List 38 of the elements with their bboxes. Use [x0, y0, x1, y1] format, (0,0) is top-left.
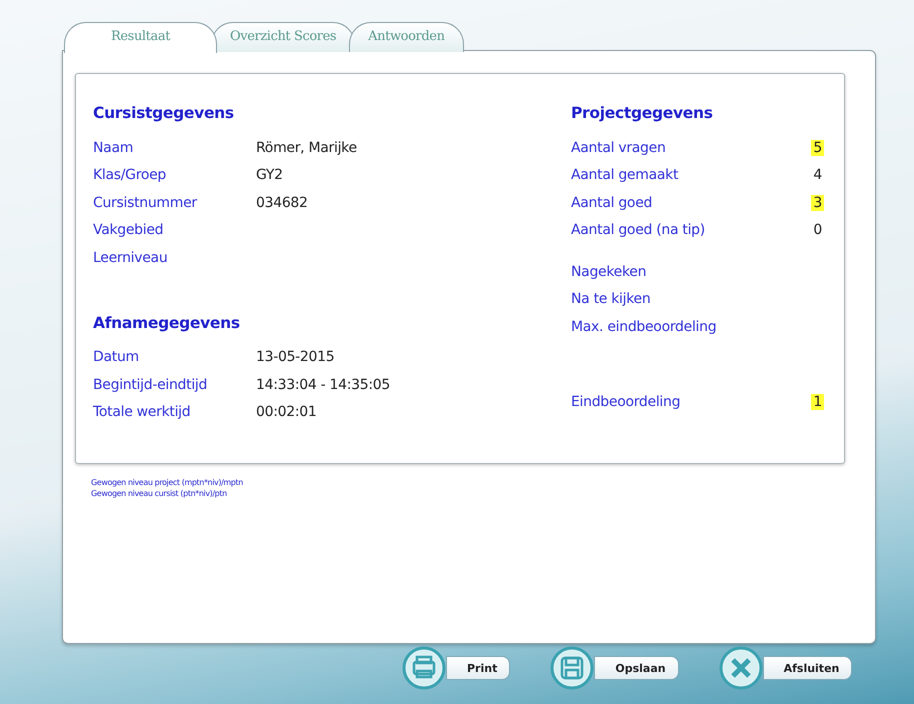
field-value: 4	[812, 167, 823, 184]
field-value: 0	[812, 222, 823, 238]
field-label: Cursistnummer	[93, 194, 198, 211]
field-label: Klas/Groep	[93, 167, 168, 184]
field-value: GY2	[256, 167, 284, 184]
field-label: Aantal goed	[571, 194, 654, 211]
save-icon[interactable]	[550, 646, 594, 690]
field-value: 13-05-2015	[256, 349, 336, 366]
field-label: Begintijd-eindtijd	[93, 376, 208, 393]
field-label: Totale werktijd	[93, 404, 192, 420]
field-label: Naam	[93, 140, 134, 156]
print-button[interactable]: Print	[446, 656, 510, 680]
save-button[interactable]: Opslaan	[594, 656, 679, 680]
field-value: 034682	[256, 194, 309, 211]
print-icon[interactable]	[402, 646, 446, 690]
formula-note: Gewogen niveau project (mptn*niv)/mptn	[91, 477, 244, 488]
section-heading: Projectgegevens	[571, 104, 714, 124]
section-heading: Cursistgegevens	[93, 104, 235, 124]
field-value: 3	[811, 194, 824, 211]
field-label: Max. eindbeoordeling	[571, 318, 718, 335]
field-value: 1	[811, 394, 824, 410]
formula-note: Gewogen niveau cursist (ptn*niv)/ptn	[91, 488, 228, 499]
field-label: Na te kijken	[571, 291, 652, 308]
field-value: Römer, Marijke	[256, 140, 358, 156]
field-label: Leerniveau	[93, 250, 168, 266]
close-icon[interactable]	[718, 646, 763, 690]
close-button[interactable]: Afsluiten	[762, 656, 852, 680]
field-label: Vakgebied	[93, 222, 164, 238]
field-value: 00:02:01	[256, 404, 318, 420]
field-label: Datum	[93, 349, 140, 366]
field-value: 5	[811, 140, 824, 156]
field-value: 14:33:04 - 14:35:05	[256, 376, 392, 393]
field-label: Nagekeken	[571, 264, 648, 280]
field-label: Aantal goed (na tip)	[571, 222, 706, 238]
field-label: Eindbeoordeling	[571, 394, 682, 410]
field-label: Aantal gemaakt	[571, 167, 680, 184]
field-label: Aantal vragen	[571, 140, 667, 156]
section-heading: Afnamegegevens	[93, 314, 241, 334]
